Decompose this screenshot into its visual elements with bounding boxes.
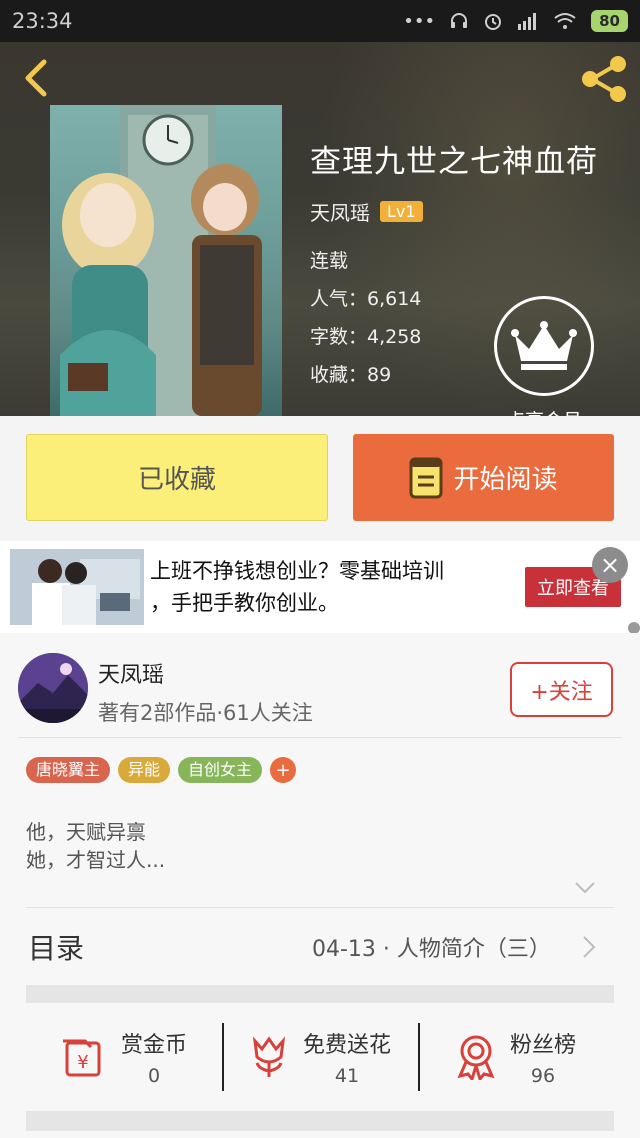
status-icons: ••• 80 <box>403 10 628 32</box>
battery-indicator: 80 <box>591 10 628 32</box>
alarm-icon <box>485 14 502 30</box>
toc-label[interactable]: 目录 <box>28 927 84 967</box>
follow-button[interactable]: +关注 <box>510 662 613 717</box>
reward-coins-button[interactable]: ¥ 赏金币 0 <box>26 1003 222 1111</box>
share-icon[interactable] <box>578 54 630 104</box>
ad-close-button[interactable]: × <box>592 547 628 583</box>
tag-list: 唐晓翼主 异能 自创女主 + <box>26 757 297 783</box>
author-panel-name[interactable]: 天凤瑶 <box>98 657 164 689</box>
vip-label[interactable]: 点亮会员 <box>496 406 592 416</box>
start-reading-button[interactable]: 开始阅读 <box>353 434 614 521</box>
send-flower-button[interactable]: 免费送花 41 <box>222 1003 418 1111</box>
ad-banner[interactable]: 上班不挣钱想创业？零基础培训 ，手把手教你创业。 立即查看 <box>0 541 640 633</box>
author-panel: 天凤瑶 著有2部作品·61人关注 +关注 唐晓翼主 异能 自创女主 + 他，天赋… <box>0 633 640 1138</box>
book-header: 查理九世之七神血荷 天凤瑶 Lv1 连载 人气：6,614 字数：4,258 收… <box>0 42 640 416</box>
intro-line-1: 他，天赋异禀 <box>26 820 146 844</box>
headphones-icon <box>451 13 468 28</box>
ad-line-2: ，手把手教你创业。 <box>150 591 339 615</box>
ad-image[interactable] <box>10 549 144 625</box>
tag-item[interactable]: 异能 <box>118 757 171 783</box>
stat-label: 粉丝榜 <box>509 1033 576 1058</box>
status-time: 23:34 <box>12 9 73 33</box>
serial-status: 连载 <box>310 250 349 272</box>
author-row[interactable]: 天凤瑶 Lv1 <box>310 197 423 226</box>
start-reading-label: 开始阅读 <box>453 465 558 495</box>
status-bar: 23:34 ••• 80 <box>0 0 640 42</box>
more-dots-icon: ••• <box>403 10 436 32</box>
stat-label: 免费送花 <box>302 1033 391 1058</box>
divider <box>18 737 622 738</box>
section-separator <box>26 1111 614 1131</box>
collected-button[interactable]: 已收藏 <box>26 434 328 521</box>
ad-line-1: 上班不挣钱想创业？零基础培训 <box>150 559 444 583</box>
divider <box>26 907 614 908</box>
word-count: 字数：4,258 <box>310 326 422 348</box>
cover-illustration <box>60 105 262 416</box>
action-bar: 已收藏 开始阅读 <box>0 416 640 540</box>
svg-text:¥: ¥ <box>77 1052 88 1073</box>
stat-value: 0 <box>147 1065 161 1087</box>
popularity-count: 人气：6,614 <box>310 288 422 310</box>
section-separator <box>26 985 614 1003</box>
chevron-down-icon[interactable] <box>574 881 596 895</box>
ad-photo <box>10 549 144 625</box>
crown-icon <box>511 321 577 370</box>
fans-ranking-button[interactable]: 粉丝榜 96 <box>418 1003 614 1111</box>
tag-item[interactable]: 唐晓翼主 <box>26 757 111 783</box>
level-badge: Lv1 <box>380 201 423 222</box>
intro-line-2: 她，才智过人... <box>26 848 166 872</box>
avatar-image <box>18 653 88 723</box>
toc-latest-chapter[interactable]: 04-13 · 人物简介（三） <box>312 931 551 963</box>
coin-envelope-icon: ¥ <box>62 1039 101 1077</box>
ad-text[interactable]: 上班不挣钱想创业？零基础培训 ，手把手教你创业。 <box>150 555 510 619</box>
chevron-right-icon[interactable] <box>582 935 596 959</box>
vip-button[interactable] <box>494 296 594 396</box>
book-title: 查理九世之七神血荷 <box>310 144 598 180</box>
author-name[interactable]: 天凤瑶 <box>310 197 370 226</box>
stat-value: 96 <box>530 1065 556 1087</box>
wifi-icon <box>554 13 576 29</box>
author-panel-stats: 著有2部作品·61人关注 <box>98 701 313 725</box>
signal-icon <box>518 13 537 30</box>
book-icon <box>409 457 443 498</box>
flower-icon <box>252 1036 286 1077</box>
tag-item[interactable]: 自创女主 <box>178 757 263 783</box>
stat-value: 41 <box>334 1065 360 1087</box>
book-cover[interactable] <box>50 105 282 416</box>
stats-bar: ¥ 赏金币 0 免费送花 41 粉丝榜 96 <box>26 1003 614 1111</box>
book-intro[interactable]: 他，天赋异禀 她，才智过人... <box>26 818 165 874</box>
favorite-count: 收藏：89 <box>310 364 392 386</box>
stat-label: 赏金币 <box>120 1033 187 1058</box>
medal-icon <box>457 1035 495 1080</box>
author-avatar[interactable] <box>18 653 88 723</box>
add-tag-button[interactable]: + <box>270 757 297 783</box>
back-arrow-icon[interactable] <box>16 56 56 100</box>
